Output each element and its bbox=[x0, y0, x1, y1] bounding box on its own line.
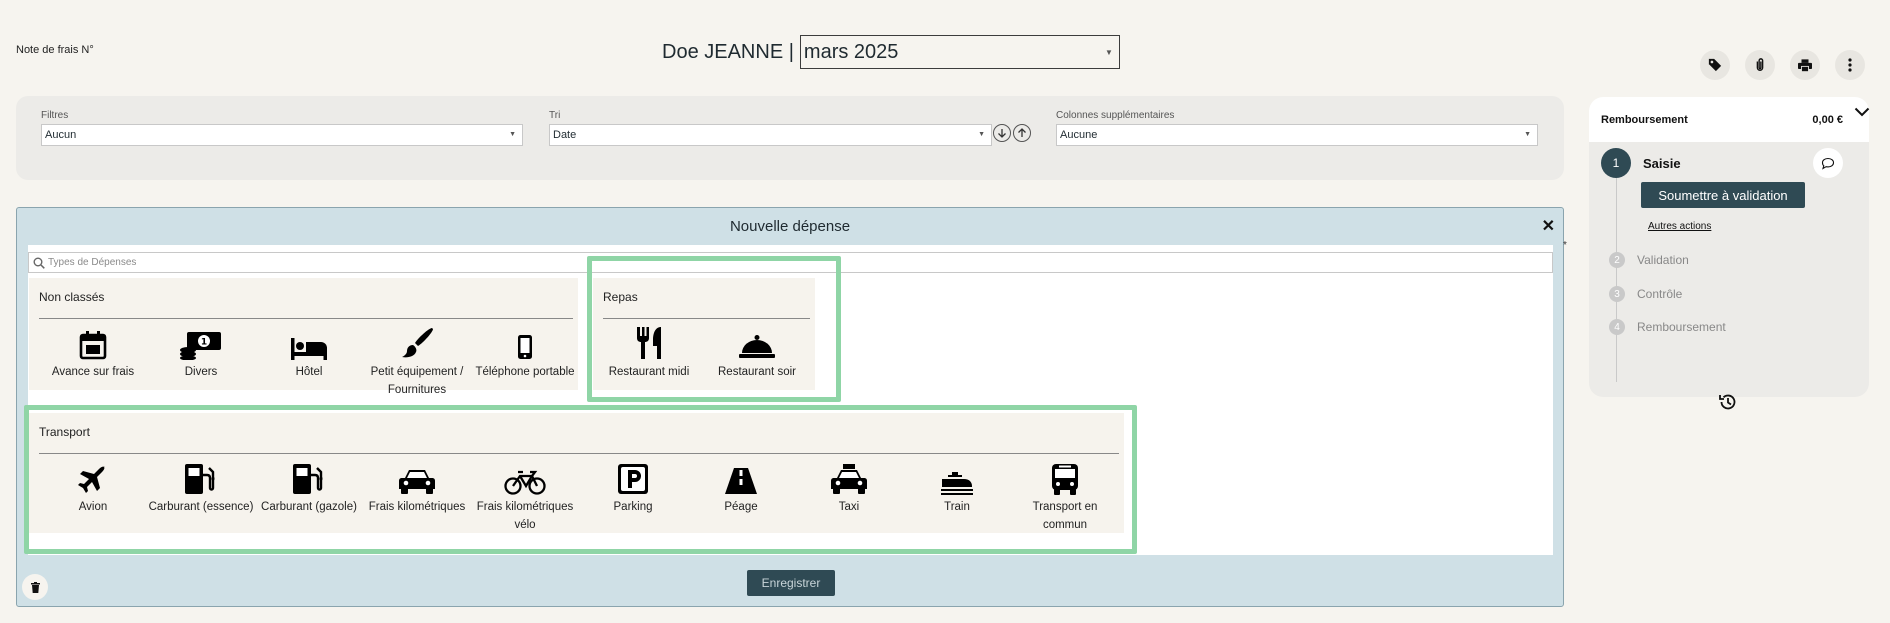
caret-down-icon: ▼ bbox=[978, 131, 985, 138]
columns-select[interactable]: Aucune ▼ bbox=[1056, 124, 1538, 146]
comment-button[interactable] bbox=[1813, 148, 1843, 178]
filters-value: Aucun bbox=[45, 129, 77, 141]
sort-direction bbox=[993, 124, 1031, 142]
delete-button[interactable] bbox=[22, 574, 48, 600]
sort-asc-button[interactable] bbox=[1013, 124, 1031, 142]
bed-icon bbox=[291, 338, 327, 360]
arrow-up-icon bbox=[1018, 128, 1026, 137]
divider bbox=[39, 318, 573, 319]
step-2: 2 Validation bbox=[1609, 252, 1689, 268]
sort-label: Tri bbox=[549, 110, 561, 121]
attachment-button[interactable] bbox=[1745, 50, 1775, 80]
tile-label: Avance sur frais bbox=[51, 366, 135, 378]
search-icon bbox=[33, 257, 45, 269]
step-label: Validation bbox=[1637, 253, 1689, 267]
step-1: 1 Saisie bbox=[1601, 148, 1681, 178]
top-actions bbox=[1700, 50, 1865, 80]
money-icon: 1 bbox=[180, 332, 221, 360]
step-number: 4 bbox=[1609, 319, 1625, 335]
arrow-down-icon bbox=[998, 129, 1006, 138]
more-icon bbox=[1848, 58, 1852, 72]
step-3: 3 Contrôle bbox=[1609, 286, 1682, 302]
tag-icon bbox=[1708, 58, 1722, 72]
filters-select[interactable]: Aucun ▼ bbox=[41, 124, 523, 146]
month-value: mars 2025 bbox=[803, 40, 899, 63]
sort-group: Tri Date ▼ bbox=[549, 110, 992, 146]
columns-label: Colonnes supplémentaires bbox=[1056, 110, 1175, 121]
history-button[interactable] bbox=[1718, 392, 1738, 417]
tag-button[interactable] bbox=[1700, 50, 1730, 80]
paintbrush-icon bbox=[402, 328, 433, 358]
tile-label: Téléphone portable bbox=[475, 366, 575, 378]
sort-desc-button[interactable] bbox=[993, 124, 1011, 142]
step-label: Contrôle bbox=[1637, 287, 1683, 301]
save-button[interactable]: Enregistrer bbox=[747, 570, 835, 596]
filter-panel: Filtres Aucun ▼ Tri Date ▼ Colonnes supp… bbox=[16, 96, 1564, 180]
close-icon[interactable]: ✕ bbox=[1542, 216, 1555, 236]
attachment-icon bbox=[1756, 58, 1764, 71]
reimbursement-amount: 0,00 € bbox=[1812, 113, 1843, 126]
highlight-meals bbox=[587, 256, 841, 402]
new-expense-panel: Nouvelle dépense ✕ Types de Dépenses Non… bbox=[16, 207, 1564, 607]
steps-line bbox=[1616, 177, 1617, 382]
reimbursement-label: Remboursement bbox=[1601, 113, 1688, 126]
expense-type-supplies[interactable]: Petit équipement / Fournitures bbox=[363, 322, 471, 399]
calendar-advance-icon bbox=[79, 331, 107, 360]
note-title: Note de frais N° bbox=[16, 44, 94, 56]
collapse-chevron-icon[interactable] bbox=[1854, 104, 1870, 120]
print-button[interactable] bbox=[1790, 50, 1820, 80]
more-button[interactable] bbox=[1835, 50, 1865, 80]
category-uncategorized: Non classés Avance sur frais 1 Divers Hô… bbox=[29, 278, 579, 396]
tile-label: Divers bbox=[184, 366, 218, 378]
required-marker: * bbox=[1563, 240, 1567, 251]
new-expense-title: Nouvelle dépense bbox=[729, 218, 851, 235]
other-actions-link[interactable]: Autres actions bbox=[1648, 221, 1711, 232]
step-number: 3 bbox=[1609, 286, 1625, 302]
svg-text:1: 1 bbox=[201, 338, 207, 348]
sort-value: Date bbox=[553, 129, 577, 141]
expense-type-advance[interactable]: Avance sur frais bbox=[39, 322, 147, 381]
expense-type-misc[interactable]: 1 Divers bbox=[147, 322, 255, 381]
step-number: 2 bbox=[1609, 252, 1625, 268]
step-number: 1 bbox=[1601, 148, 1631, 178]
tile-label: Petit équipement / Fournitures bbox=[370, 366, 464, 396]
highlight-transport bbox=[24, 405, 1137, 554]
submit-validation-button[interactable]: Soumettre à validation bbox=[1641, 182, 1805, 208]
category-title: Non classés bbox=[39, 290, 105, 304]
trash-icon bbox=[30, 581, 40, 593]
print-icon bbox=[1798, 58, 1812, 72]
step-label: Saisie bbox=[1643, 155, 1681, 171]
sort-select[interactable]: Date ▼ bbox=[549, 124, 992, 146]
caret-down-icon: ▼ bbox=[1104, 48, 1113, 57]
tile-label: Hôtel bbox=[295, 366, 323, 378]
step-4: 4 Remboursement bbox=[1609, 319, 1726, 335]
caret-down-icon: ▼ bbox=[509, 131, 516, 138]
reimbursement-header: Remboursement 0,00 € bbox=[1589, 97, 1869, 142]
filters-label: Filtres bbox=[41, 110, 69, 121]
filters-group: Filtres Aucun ▼ bbox=[41, 110, 523, 146]
mobile-phone-icon bbox=[518, 335, 532, 359]
header-title: Doe JEANNE | mars 2025 ▼ bbox=[662, 35, 1120, 69]
columns-value: Aucune bbox=[1060, 129, 1098, 141]
search-placeholder: Types de Dépenses bbox=[48, 257, 137, 268]
expense-type-hotel[interactable]: Hôtel bbox=[255, 322, 363, 381]
step-label: Remboursement bbox=[1637, 320, 1726, 334]
employee-name: Doe JEANNE | bbox=[662, 40, 794, 63]
expense-type-phone[interactable]: Téléphone portable bbox=[471, 322, 579, 381]
workflow-panel: Remboursement 0,00 € 1 Saisie Soumettre … bbox=[1589, 97, 1869, 397]
caret-down-icon: ▼ bbox=[1524, 131, 1531, 138]
columns-group: Colonnes supplémentaires Aucune ▼ bbox=[1056, 110, 1538, 146]
history-icon bbox=[1719, 394, 1736, 410]
comment-icon bbox=[1821, 157, 1835, 170]
month-select[interactable]: mars 2025 ▼ bbox=[799, 35, 1120, 69]
